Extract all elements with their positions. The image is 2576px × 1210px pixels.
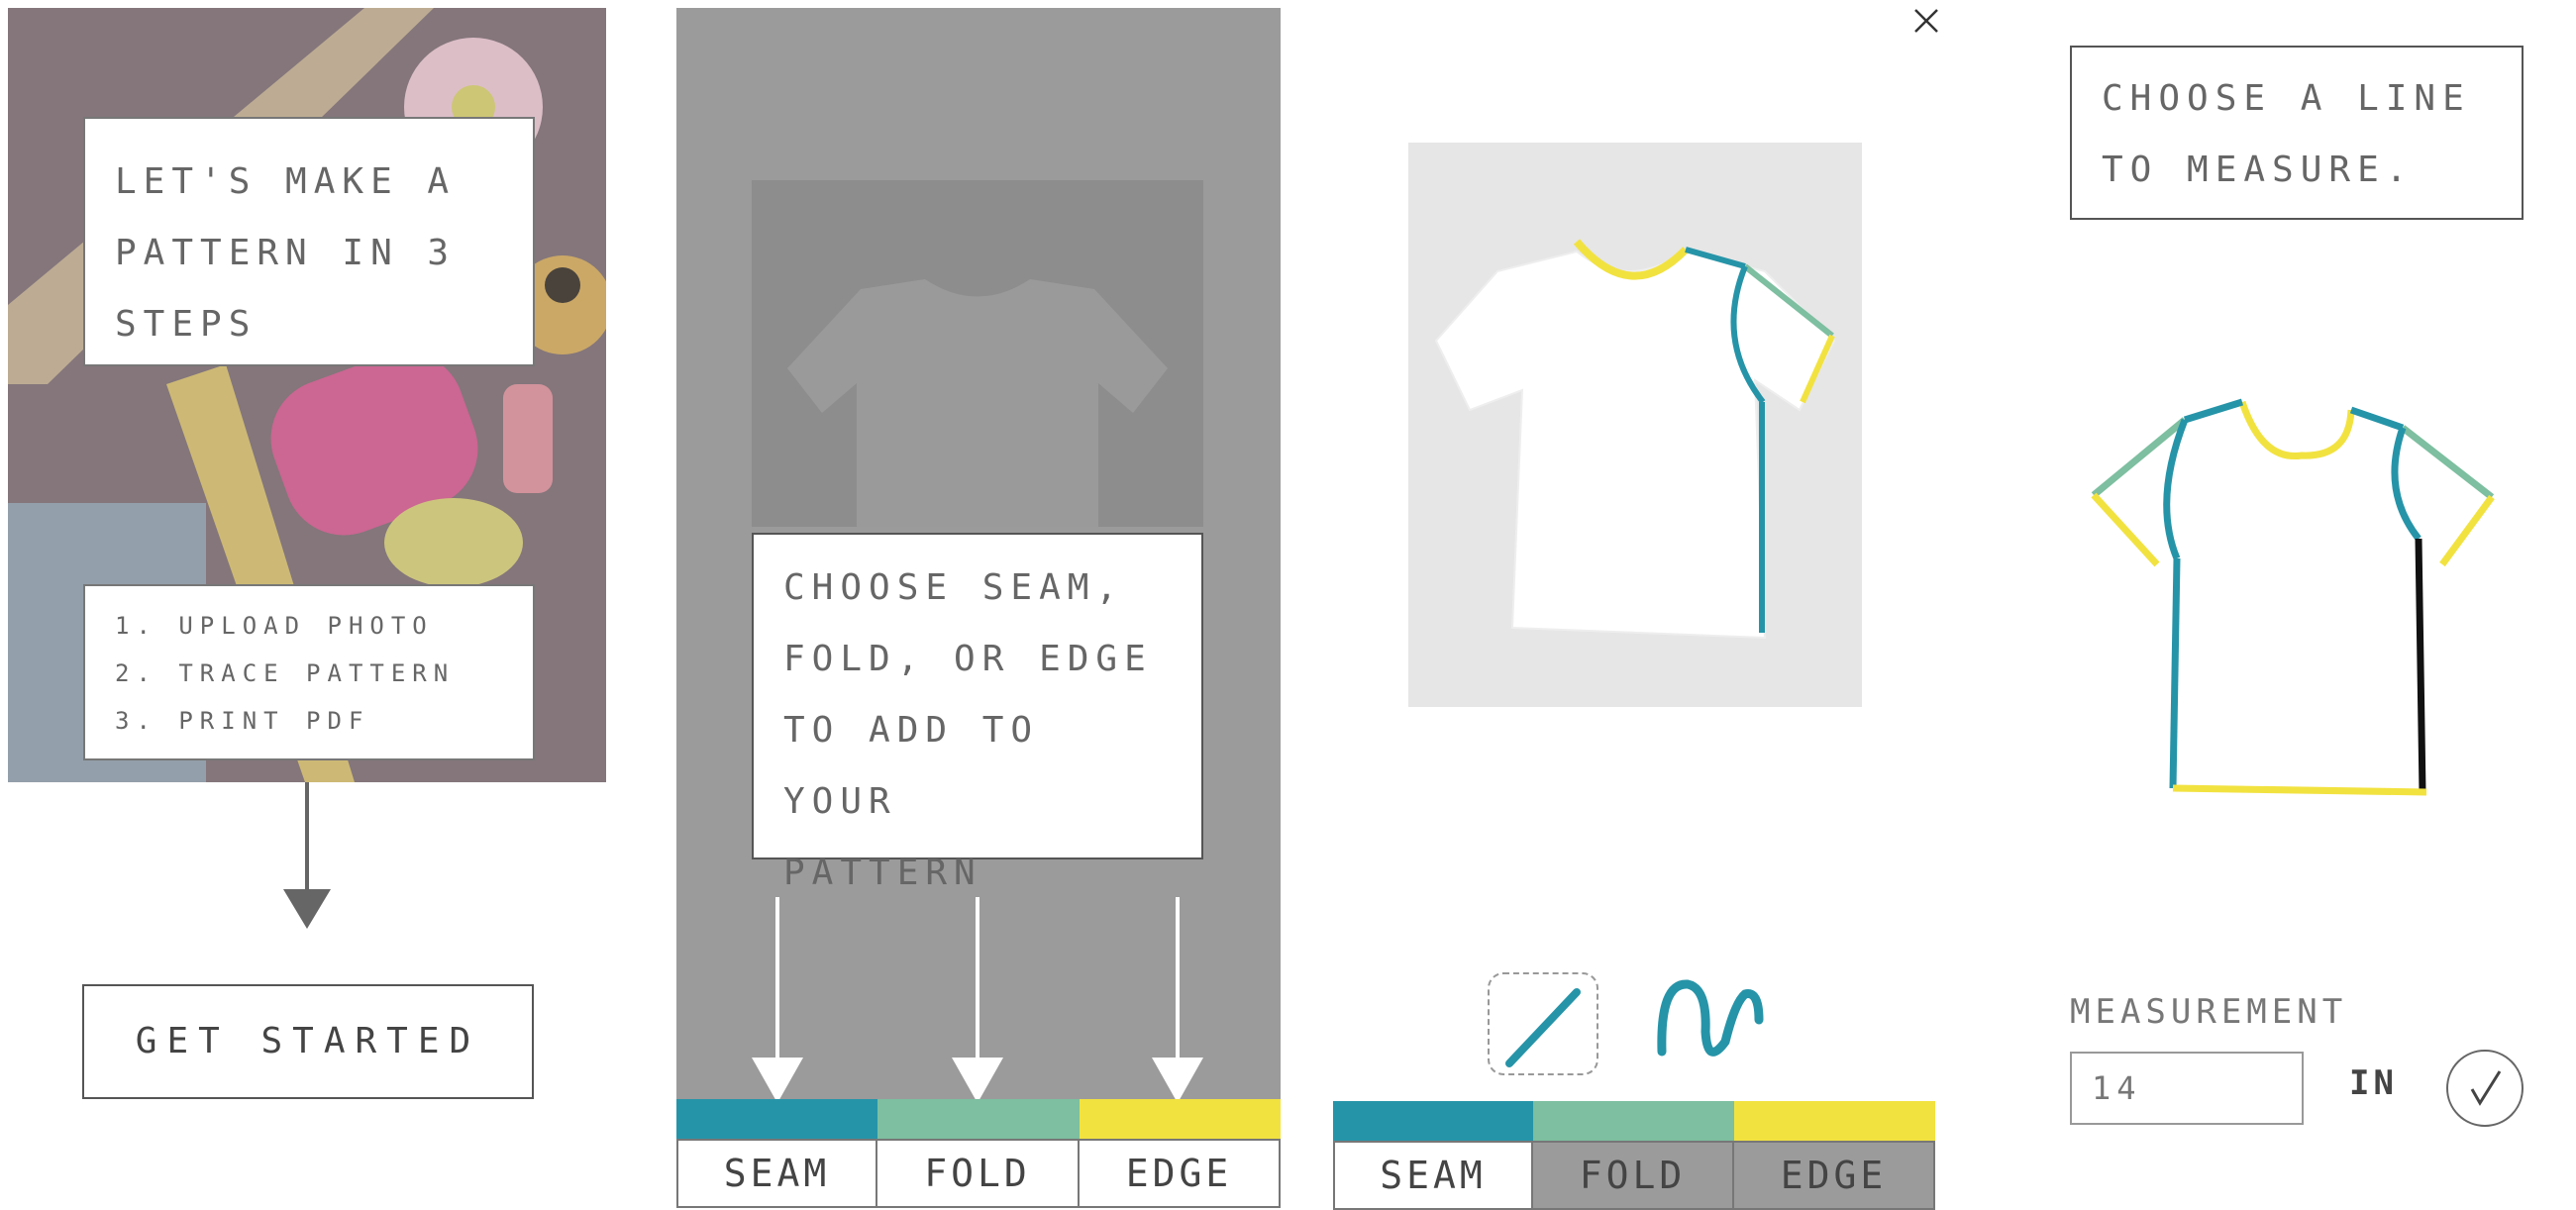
arrow-down-icon: [952, 897, 1003, 1103]
tab-fold-label: Fold: [1579, 1154, 1687, 1197]
instruction-line-2: fold, or edge: [783, 639, 1153, 679]
tshirt-photo-dimmed: [752, 180, 1203, 527]
get-started-label: Get started: [135, 1021, 481, 1061]
measure-line-2: to measure.: [2102, 150, 2415, 190]
step-upload: 1. Upload photo: [115, 612, 434, 640]
intro-line-1: Let's make a: [115, 161, 457, 202]
screen-choose-type: Choose seam, fold, or edge to add to you…: [676, 8, 1281, 1103]
step-trace: 2. Trace pattern: [115, 659, 456, 687]
straight-line-icon: [1505, 988, 1581, 1067]
straight-line-tool[interactable]: [1488, 972, 1598, 1075]
measure-instruction-card: Choose a line to measure.: [2070, 46, 2524, 220]
confirm-button[interactable]: [2446, 1050, 2524, 1127]
tab-edge[interactable]: Edge: [1080, 1139, 1281, 1208]
screen-intro: Let's make a pattern in 3 steps 1. Uploa…: [8, 8, 606, 782]
instruction-line-1: Choose seam,: [783, 567, 1125, 608]
intro-card: Let's make a pattern in 3 steps: [83, 117, 535, 366]
intro-line-3: steps: [115, 304, 258, 345]
tab-seam-label: Seam: [723, 1152, 831, 1195]
fold-color-bar: [1533, 1101, 1734, 1141]
tab-seam-label: Seam: [1380, 1154, 1487, 1197]
curve-line-icon[interactable]: [1650, 972, 1769, 1071]
tab-fold-label: Fold: [924, 1152, 1031, 1195]
tab-edge-label: Edge: [1780, 1154, 1888, 1197]
step-print: 3. Print PDF: [115, 707, 370, 735]
arrow-down-icon: [283, 782, 331, 929]
intro-line-2: pattern in 3: [115, 233, 457, 273]
type-tabs: Seam Fold Edge: [676, 1099, 1281, 1208]
tab-seam[interactable]: Seam: [676, 1139, 877, 1208]
type-tabs-active: Seam Fold Edge: [1333, 1101, 1935, 1210]
instruction-card: Choose seam, fold, or edge to add to you…: [752, 533, 1203, 893]
measure-line-1: Choose a line: [2102, 78, 2471, 119]
arrow-down-icon: [1152, 897, 1203, 1103]
tshirt-photo-traced: [1408, 143, 1862, 707]
edge-color-bar: [1080, 1099, 1281, 1139]
measurement-label: Measurement: [2070, 992, 2348, 1032]
tab-edge[interactable]: Edge: [1734, 1141, 1935, 1210]
tab-fold[interactable]: Fold: [877, 1139, 1080, 1208]
edge-color-bar: [1734, 1101, 1935, 1141]
tab-seam-selected[interactable]: Seam: [1333, 1141, 1533, 1210]
steps-card: 1. Upload photo 2. Trace pattern 3. Prin…: [83, 584, 535, 760]
seam-color-bar: [676, 1099, 877, 1139]
unit-label: in: [2349, 1063, 2398, 1103]
seam-color-bar: [1333, 1101, 1533, 1141]
arrow-down-icon: [752, 897, 803, 1103]
tab-fold[interactable]: Fold: [1533, 1141, 1734, 1210]
get-started-button[interactable]: Get started: [82, 984, 534, 1099]
tshirt-pattern-diagram: [2091, 398, 2495, 796]
close-icon[interactable]: [1911, 6, 1941, 36]
tab-edge-label: Edge: [1125, 1152, 1233, 1195]
instruction-line-3: to add to your: [783, 710, 1040, 822]
checkmark-icon: [2470, 1070, 2502, 1106]
measurement-input[interactable]: [2070, 1052, 2304, 1125]
fold-color-bar: [877, 1099, 1080, 1139]
